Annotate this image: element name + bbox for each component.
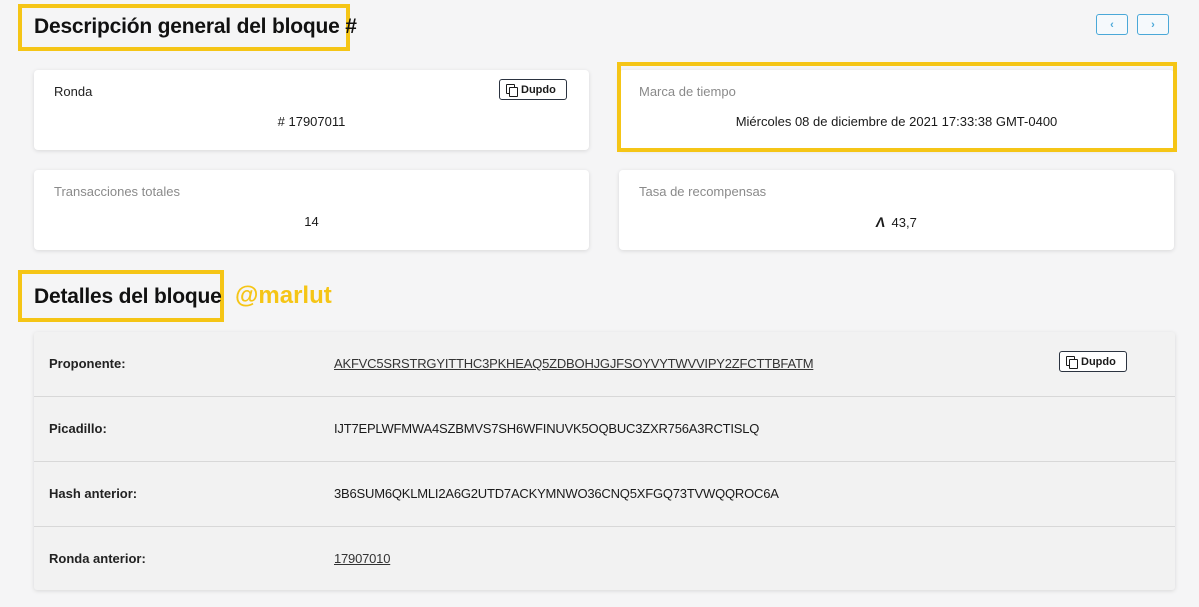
round-card: Ronda Dupdo # 17907011 [34, 70, 589, 150]
next-block-button[interactable]: › [1137, 14, 1169, 35]
rewards-card: Tasa de recompensas Ʌ 43,7 [619, 170, 1174, 250]
proposer-label: Proponente: [49, 356, 126, 371]
proposer-link[interactable]: AKFVC5SRSTRGYITTHC3PKHEAQ5ZDBOHJGJFSOYVY… [334, 356, 814, 371]
copy-icon [506, 84, 518, 97]
previous-round-row: Ronda anterior: 17907010 [34, 527, 1175, 592]
previous-round-label: Ronda anterior: [49, 551, 146, 566]
rewards-value-wrap: Ʌ 43,7 [619, 214, 1174, 230]
copy-icon [1066, 356, 1078, 369]
rewards-label: Tasa de recompensas [639, 184, 767, 199]
copy-proposer-button[interactable]: Dupdo [1059, 351, 1127, 372]
hash-value: IJT7EPLWFMWA4SZBMVS7SH6WFINUVK5OQBUC3ZXR… [334, 421, 760, 436]
chevron-left-icon: ‹ [1110, 18, 1114, 31]
round-label: Ronda [54, 84, 93, 99]
previous-block-button[interactable]: ‹ [1096, 14, 1128, 35]
block-details-table: Proponente: AKFVC5SRSTRGYITTHC3PKHEAQ5ZD… [34, 332, 1175, 590]
transactions-label: Transacciones totales [54, 184, 180, 199]
previous-hash-label: Hash anterior: [49, 486, 138, 501]
chevron-right-icon: › [1151, 18, 1155, 31]
transactions-card: Transacciones totales 14 [34, 170, 589, 250]
copy-proposer-label: Dupdo [1081, 355, 1116, 368]
details-title: Detalles del bloque [34, 285, 222, 308]
hash-row: Picadillo: IJT7EPLWFMWA4SZBMVS7SH6WFINUV… [34, 397, 1175, 462]
copy-round-button[interactable]: Dupdo [499, 79, 567, 100]
rewards-value: 43,7 [891, 215, 917, 230]
timestamp-highlight-box [617, 62, 1177, 152]
round-value: # 17907011 [277, 114, 346, 129]
watermark: @marlut [235, 282, 332, 309]
algorand-icon: Ʌ [875, 214, 887, 230]
proposer-row: Proponente: AKFVC5SRSTRGYITTHC3PKHEAQ5ZD… [34, 332, 1175, 397]
page-title: Descripción general del bloque # [34, 15, 357, 38]
previous-hash-value: 3B6SUM6QKLMLI2A6G2UTD7ACKYMNWO36CNQ5XFGQ… [334, 486, 779, 501]
copy-round-label: Dupdo [521, 83, 556, 96]
transactions-value: 14 [304, 214, 319, 229]
previous-hash-row: Hash anterior: 3B6SUM6QKLMLI2A6G2UTD7ACK… [34, 462, 1175, 527]
previous-round-link[interactable]: 17907010 [334, 551, 390, 566]
hash-label: Picadillo: [49, 421, 107, 436]
